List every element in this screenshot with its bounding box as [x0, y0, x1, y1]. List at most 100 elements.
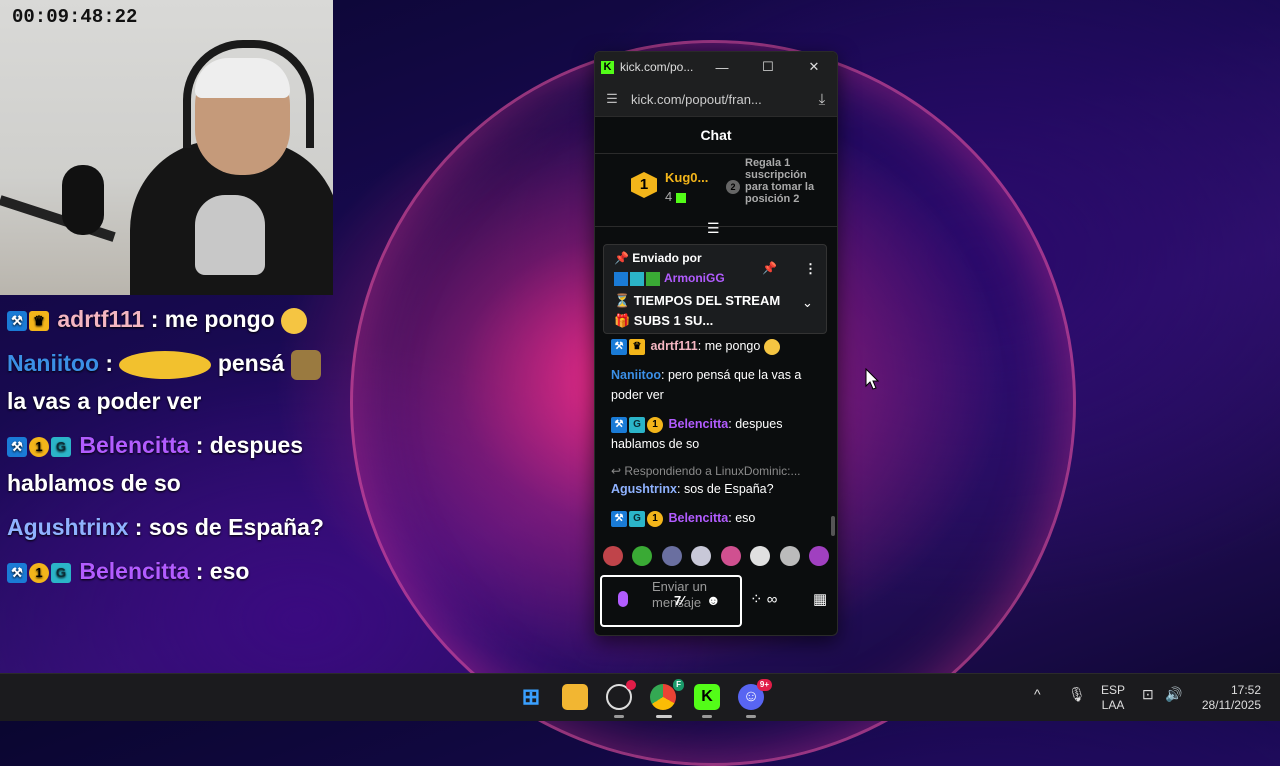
crown-badge-icon: ♛: [629, 338, 645, 355]
pinned-username[interactable]: ArmoniGG: [664, 271, 725, 285]
gift-prompt[interactable]: Regala 1 suscripción para tomar la posic…: [745, 157, 833, 205]
windows-start-icon[interactable]: ⊞: [518, 684, 544, 710]
sub-1-badge-icon: 1: [29, 436, 49, 457]
overlay-text: eso: [209, 558, 250, 584]
chat-actions: ⁘ ∞: [750, 590, 777, 608]
gift-icon: [676, 192, 687, 203]
emote-icon[interactable]: [720, 546, 741, 566]
gg-badge-icon: G: [51, 436, 71, 457]
url-field[interactable]: kick.com/popout/fran...: [631, 92, 807, 107]
pin-icon: 📌: [614, 251, 629, 265]
volume-icon[interactable]: 🔊: [1165, 686, 1182, 703]
chat-scrollbar[interactable]: [831, 516, 835, 536]
stream-timer: 00:09:48:22: [12, 6, 138, 28]
emote-icon[interactable]: [779, 546, 800, 566]
chat-username[interactable]: adrtf111: [650, 339, 697, 353]
emote-icon[interactable]: [808, 546, 829, 566]
clock[interactable]: 17:52 28/11/2025: [1199, 683, 1261, 713]
overlay-text: sos de España?: [148, 514, 324, 540]
clock-time: 17:52: [1230, 683, 1261, 697]
network-icon[interactable]: ⊡: [1142, 686, 1154, 703]
microphone-icon[interactable]: [618, 591, 628, 607]
overlay-message: ⚒ 1 G Belencitta : eso: [0, 552, 360, 590]
show-hidden-icons-chevron-icon[interactable]: ^: [1034, 686, 1041, 702]
overlay-username: adrtf111: [57, 306, 145, 332]
overlay-username: Belencitta: [79, 432, 190, 458]
points-icon[interactable]: ⁘: [750, 591, 763, 608]
chat-title: Chat: [595, 117, 837, 154]
emote-icon[interactable]: [603, 546, 623, 566]
rank-1-icon: 1: [631, 172, 657, 198]
file-explorer-icon[interactable]: [562, 684, 588, 710]
leaderboard-user[interactable]: Kug0...: [665, 170, 708, 185]
overlay-message: ⚒ 1 G Belencitta : despues hablamos de so: [0, 426, 360, 502]
chat-text: me pongo: [704, 339, 761, 353]
chat-text: sos de España?: [683, 482, 774, 496]
pinned-header: 📌 Enviado por: [614, 251, 702, 265]
close-button[interactable]: ✕: [791, 59, 837, 75]
shocked-emote-icon: [281, 307, 308, 334]
chat-username[interactable]: Naniitoo: [611, 368, 661, 382]
site-settings-icon[interactable]: ☰: [601, 91, 623, 107]
microphone: [62, 165, 104, 235]
chat-messages: ⚒ ♛ adrtf111: me pongo Naniitoo: pero pen…: [595, 336, 837, 537]
chat-text: eso: [735, 511, 756, 525]
emote-icon[interactable]: [632, 546, 653, 566]
more-options-icon[interactable]: ⋮: [804, 261, 817, 277]
window-titlebar: K kick.com/po... — ☐ ✕: [595, 52, 837, 82]
kick-app-icon[interactable]: K: [694, 684, 720, 710]
minimize-button[interactable]: —: [699, 60, 745, 75]
discord-icon[interactable]: ☺ 9+: [738, 679, 772, 710]
pinned-message[interactable]: 📌 Enviado por 📌 ⋮ ArmoniGG ⏳ TIEMPOS DEL…: [603, 244, 827, 334]
gift-count: 4: [665, 189, 687, 204]
chrome-active-indicator: [656, 715, 672, 718]
store-icon[interactable]: ▦: [813, 590, 827, 608]
emoji-picker-icon[interactable]: ☻: [706, 592, 721, 608]
obs-running-indicator: [614, 715, 624, 718]
moderator-badge-icon: ⚒: [7, 310, 27, 331]
emote-icon[interactable]: [750, 546, 771, 566]
separator: :: [128, 514, 149, 540]
expand-chevron-icon[interactable]: ⌄: [802, 295, 813, 311]
microphone-tray-icon[interactable]: 🎙: [1068, 686, 1086, 703]
emote-icon[interactable]: [661, 546, 682, 566]
separator: :: [189, 558, 210, 584]
moderator-badge-icon: ⚒: [611, 416, 627, 433]
chat-username[interactable]: Belencitta: [668, 511, 728, 525]
gg-badge-icon: G: [629, 416, 645, 433]
cat-emote-icon: [290, 349, 321, 380]
overlay-message: Agushtrinx : sos de España?: [0, 508, 360, 546]
keyboard-layout: LAA: [1101, 698, 1125, 712]
maximize-button[interactable]: ☐: [745, 59, 791, 75]
shocked-emote-icon: [763, 338, 780, 355]
emote-icon[interactable]: [691, 546, 712, 566]
clock-date: 28/11/2025: [1201, 698, 1261, 712]
moderator-badge-icon: ⚒: [7, 562, 27, 583]
reply-context[interactable]: ↩ Respondiendo a LinuxDominic:...: [595, 463, 837, 479]
obs-icon[interactable]: [606, 680, 636, 710]
mouse-cursor-icon: [865, 367, 880, 395]
infinity-icon[interactable]: ∞: [767, 591, 778, 608]
message-input[interactable]: Enviar un mensaje 7⁄ ☻: [600, 575, 742, 627]
chat-message: ⚒ G 1 Belencitta: despues hablamos de so: [611, 416, 783, 451]
headset: [183, 40, 314, 148]
chat-username[interactable]: Agushtrinx: [611, 482, 677, 496]
language-indicator[interactable]: ESP LAA: [1101, 683, 1125, 713]
gift-leaderboard: 1 Kug0... 4 2 Regala 1 suscripción para …: [595, 154, 837, 227]
moderator-badge-icon: ⚒: [611, 510, 627, 527]
overlay-username: Naniitoo: [7, 350, 99, 376]
overlay-message: Naniitoo : pensá la vas a poder ver: [0, 344, 360, 420]
kick-running-indicator: [702, 715, 712, 718]
gg-badge-icon: [630, 271, 644, 286]
address-bar: ☰ kick.com/popout/fran... ⤓: [595, 82, 837, 117]
overlay-username: Agushtrinx: [7, 514, 129, 540]
unpin-icon[interactable]: 📌: [762, 261, 777, 275]
collapse-leaderboard-icon[interactable]: ☰: [707, 220, 720, 237]
chat-username[interactable]: Belencitta: [668, 417, 728, 431]
kick-emote-icon[interactable]: 7⁄: [674, 593, 683, 608]
download-icon[interactable]: ⤓: [807, 91, 837, 108]
chrome-icon[interactable]: F: [650, 679, 684, 710]
discord-running-indicator: [746, 715, 756, 718]
gg-badge-icon: G: [51, 562, 71, 583]
separator: :: [99, 350, 120, 376]
